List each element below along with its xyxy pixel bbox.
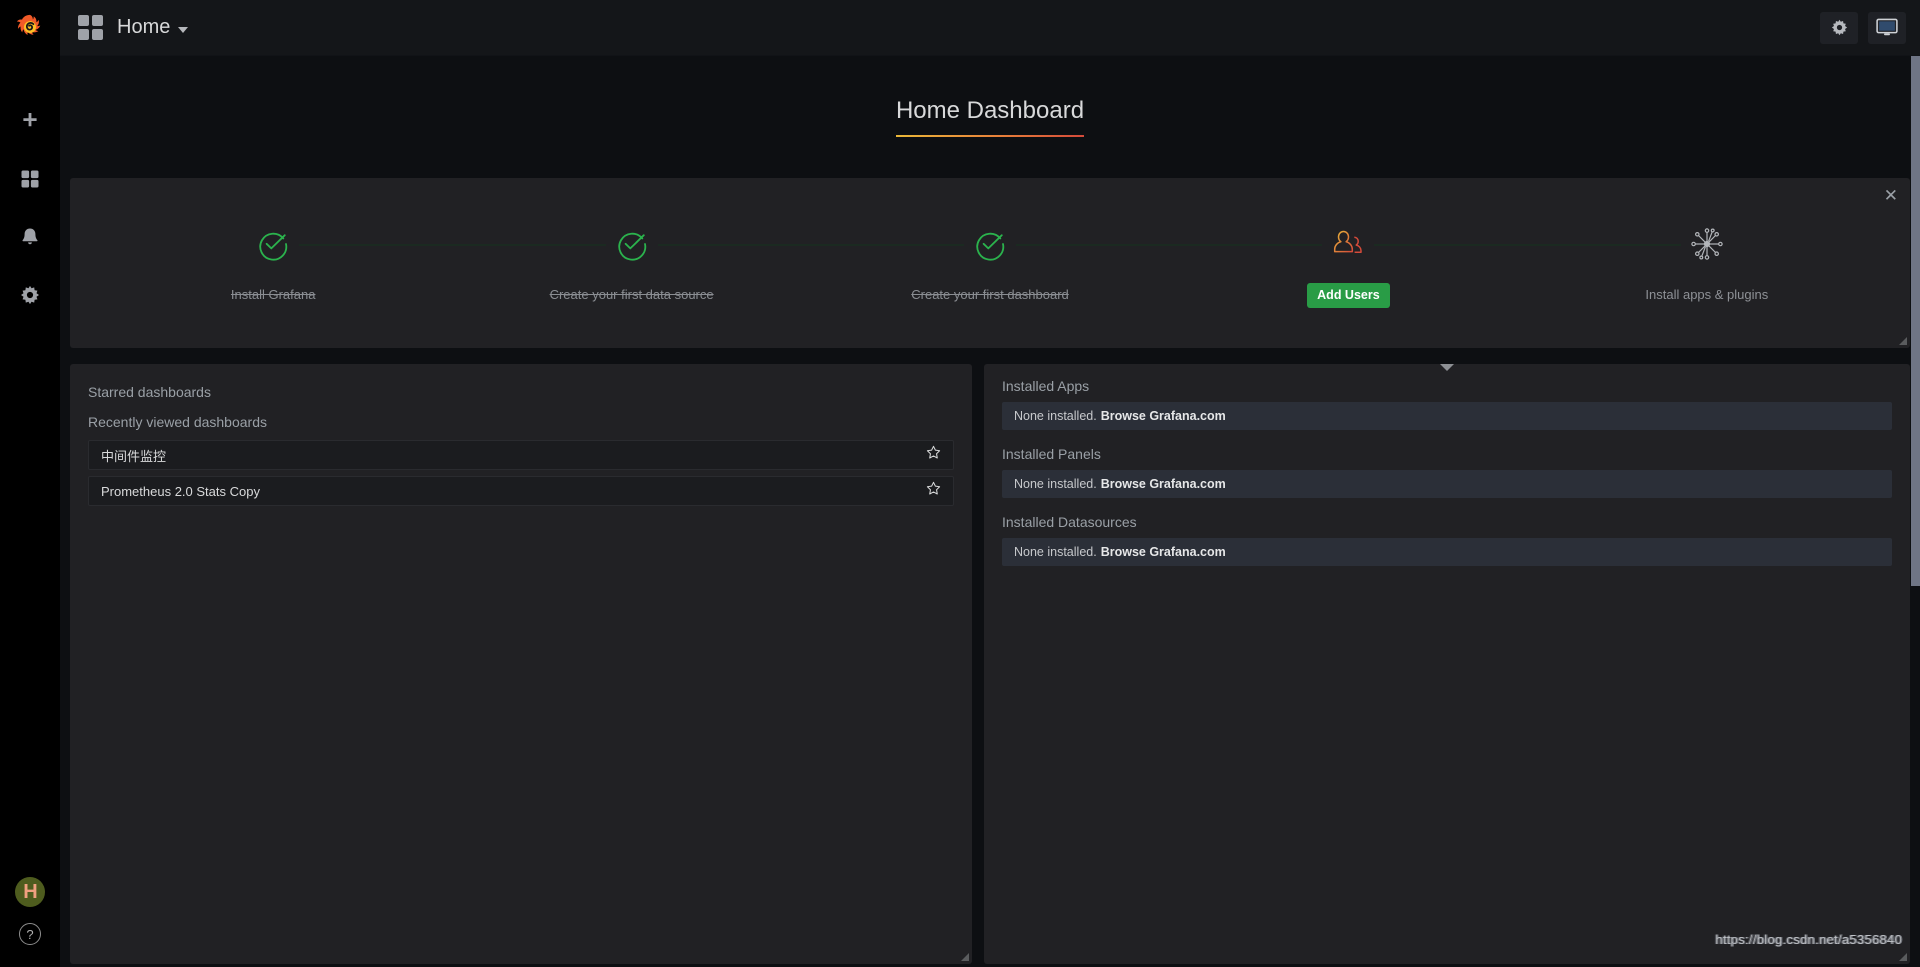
top-navbar: Home [60,0,1920,56]
sidebar-top-items [0,102,60,314]
empty-text: None installed. [1014,545,1097,559]
onboarding-steps: Install Grafana Create your first data s… [70,178,1910,348]
apps-grid-icon [21,170,39,188]
sidebar-item-configuration[interactable] [0,276,60,314]
installed-apps-title: Installed Apps [1002,378,1090,394]
starred-dashboards-panel: Starred dashboards Recently viewed dashb… [70,364,972,964]
sidebar-bottom-items: H ? [15,877,45,945]
page-title: Home Dashboard [895,97,1085,137]
lower-panels-row: Starred dashboards Recently viewed dashb… [70,364,1910,964]
empty-text: None installed. [1014,409,1097,423]
star-outline-icon[interactable] [926,445,941,465]
star-outline-icon[interactable] [926,481,941,501]
installed-datasources-group: Installed Datasources None installed. Br… [1002,514,1892,566]
users-icon [1327,223,1370,265]
add-users-button[interactable]: Add Users [1307,283,1390,308]
step-connector-right [1374,244,1528,246]
grafana-app: H ? Home Home Dashboard ✕ Install Grafan… [0,0,1920,967]
sidebar-item-dashboards[interactable] [0,160,60,198]
onboarding-step[interactable]: Create your first dashboard [810,178,1170,302]
dashboard-link[interactable]: 中间件监控 [101,446,166,465]
avatar[interactable]: H [15,877,45,907]
onboarding-step[interactable]: Add Users [1169,178,1528,308]
step-label: Create your first dashboard [911,287,1069,302]
tv-mode-button[interactable] [1868,11,1906,44]
dashboard-settings-button[interactable] [1820,11,1858,44]
list-item[interactable]: Prometheus 2.0 Stats Copy [88,476,954,506]
chevron-down-icon[interactable] [1440,364,1454,371]
grafana-logo-icon [16,14,41,35]
step-label: Create your first data source [549,287,714,302]
step-connector-right [1016,244,1170,246]
installed-datasources-empty: None installed. Browse Grafana.com [1002,538,1892,566]
avatar-initial: H [23,881,37,903]
apps-grid-icon [78,15,103,40]
check-circle-icon [969,223,1012,265]
onboarding-step[interactable]: Install apps & plugins [1527,178,1886,302]
plugins-icon [1685,223,1728,265]
onboarding-step[interactable]: Create your first data source [452,178,811,302]
installed-plugins-panel: Installed Apps None installed. Browse Gr… [984,364,1910,964]
installed-apps-group: Installed Apps None installed. Browse Gr… [1002,378,1892,430]
chevron-down-icon [178,26,189,33]
dashboard-title-wrap: Home Dashboard [70,56,1910,178]
dashboard-link[interactable]: Prometheus 2.0 Stats Copy [101,484,260,499]
installed-panels-group: Installed Panels None installed. Browse … [1002,446,1892,498]
nav-home-breadcrumb[interactable]: Home [78,15,189,40]
main-area: Home Home Dashboard ✕ Install Grafana Cr… [60,0,1920,967]
onboarding-step[interactable]: Install Grafana [94,178,453,302]
monitor-icon [1876,18,1898,36]
scrollbar-thumb[interactable] [1911,56,1920,586]
onboarding-panel: ✕ Install Grafana Create your first data… [70,178,1910,348]
step-connector-left [1169,244,1323,246]
step-label: Install apps & plugins [1645,287,1769,302]
step-connector-left [452,244,606,246]
sidebar: H ? [0,0,60,967]
help-label: ? [26,926,34,942]
empty-text: None installed. [1014,477,1097,491]
sidebar-item-create[interactable] [0,102,60,140]
dashboard-scroll-area[interactable]: Home Dashboard ✕ Install Grafana Create … [60,56,1920,967]
vertical-scrollbar[interactable] [1911,56,1920,967]
installed-panels-empty: None installed. Browse Grafana.com [1002,470,1892,498]
list-item[interactable]: 中间件监控 [88,440,954,470]
recently-viewed-title: Recently viewed dashboards [88,414,267,430]
check-circle-icon [252,223,295,265]
step-connector-left [810,244,965,246]
check-circle-icon [610,223,653,265]
sidebar-item-alerting[interactable] [0,218,60,256]
browse-grafana-link[interactable]: Browse Grafana.com [1101,477,1226,491]
installed-panels-title: Installed Panels [1002,446,1101,462]
nav-actions [1820,11,1906,44]
browse-grafana-link[interactable]: Browse Grafana.com [1101,409,1226,423]
panel-resize-handle[interactable] [960,952,970,962]
grafana-logo[interactable] [0,0,60,56]
installed-datasources-title: Installed Datasources [1002,514,1137,530]
help-icon[interactable]: ? [19,923,41,945]
starred-dashboards-title: Starred dashboards [88,384,211,400]
step-connector-right [299,244,453,246]
panel-resize-handle[interactable] [1898,336,1908,346]
gear-icon [1831,19,1847,36]
installed-apps-empty: None installed. Browse Grafana.com [1002,402,1892,430]
plus-icon [23,113,37,127]
gear-icon [21,285,39,305]
panel-resize-handle[interactable] [1898,952,1908,962]
nav-title: Home [117,16,171,38]
step-connector-left [1527,244,1681,246]
step-label: Install Grafana [230,287,316,302]
bell-icon [22,228,38,244]
browse-grafana-link[interactable]: Browse Grafana.com [1101,545,1226,559]
step-connector-right [657,244,811,246]
